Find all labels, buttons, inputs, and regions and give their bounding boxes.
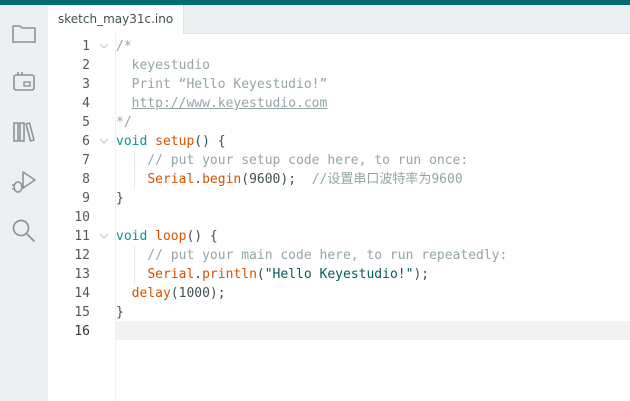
code-line[interactable]: 13 Serial.println("Hello Keyestudio!"); bbox=[48, 265, 630, 284]
code-token: // put your setup code here, to run once… bbox=[116, 153, 469, 168]
code-text: // put your main code here, to run repea… bbox=[116, 246, 507, 265]
code-token: */ bbox=[116, 115, 132, 130]
code-token: Serial bbox=[147, 267, 195, 282]
line-number: 9 bbox=[82, 191, 90, 206]
code-text: void loop() { bbox=[116, 227, 218, 246]
line-number: 4 bbox=[82, 96, 90, 111]
tab-sketch[interactable]: sketch_may31c.ino bbox=[48, 5, 185, 34]
code-token: () { bbox=[194, 134, 226, 149]
debug-button[interactable] bbox=[9, 167, 39, 197]
code-token: //设置串口波特率为9600 bbox=[311, 172, 463, 187]
code-token: Serial bbox=[147, 172, 195, 187]
code-text: delay(1000); bbox=[116, 284, 226, 303]
code-line[interactable]: 4 http://www.keyestudio.com bbox=[48, 94, 630, 113]
code-token: "Hello Keyestudio!" bbox=[264, 267, 414, 282]
line-number: 2 bbox=[82, 58, 90, 73]
code-token: ( bbox=[256, 267, 265, 282]
code-text: /* bbox=[116, 37, 132, 56]
line-number: 12 bbox=[74, 248, 90, 263]
editor-tab-bar: sketch_may31c.ino bbox=[48, 5, 630, 34]
fold-chevron-icon[interactable] bbox=[99, 42, 109, 50]
code-text: // put your setup code here, to run once… bbox=[116, 151, 468, 170]
code-token: println bbox=[202, 267, 257, 282]
line-number: 8 bbox=[82, 172, 90, 187]
code-line[interactable]: 5 */ bbox=[48, 113, 630, 132]
code-token: void bbox=[116, 134, 148, 149]
code-token[interactable]: http://www.keyestudio.com bbox=[132, 96, 328, 111]
code-line[interactable]: 10 bbox=[48, 208, 630, 227]
code-text: } bbox=[116, 189, 124, 208]
code-line[interactable]: 2 keyestudio bbox=[48, 56, 630, 75]
board-icon bbox=[13, 72, 35, 91]
search-button[interactable] bbox=[9, 216, 39, 246]
line-number: 6 bbox=[82, 134, 90, 149]
code-line[interactable]: 7 // put your setup code here, to run on… bbox=[48, 151, 630, 170]
line-number: 11 bbox=[74, 229, 90, 244]
line-number: 5 bbox=[82, 115, 90, 130]
line-number: 16 bbox=[74, 324, 90, 339]
code-editor[interactable]: 1/* 2 keyestudio 3 Print “Hello Keyestudio… bbox=[48, 34, 630, 401]
code-token: } bbox=[116, 305, 124, 320]
code-line[interactable]: 11 void loop() { bbox=[48, 227, 630, 246]
code-text: Print “Hello Keyestudio!” bbox=[116, 75, 328, 94]
code-token: Print “Hello Keyestudio!” bbox=[116, 77, 328, 92]
code-text: keyestudio bbox=[116, 56, 210, 75]
sketchbook-button[interactable] bbox=[9, 18, 39, 48]
code-token: setup bbox=[155, 134, 195, 149]
code-token: begin bbox=[202, 172, 242, 187]
debug-icon bbox=[12, 171, 36, 193]
code-token: delay bbox=[131, 286, 171, 301]
code-token: /* bbox=[116, 39, 132, 54]
code-line[interactable]: 15} bbox=[48, 303, 630, 322]
line-number: 13 bbox=[74, 267, 90, 282]
code-text: void setup() { bbox=[116, 132, 226, 151]
library-manager-button[interactable] bbox=[9, 117, 39, 147]
line-number: 14 bbox=[74, 286, 90, 301]
line-number: 1 bbox=[82, 39, 90, 54]
code-line[interactable]: 8 Serial.begin(9600); //设置串口波特率为9600 bbox=[48, 170, 630, 189]
code-line[interactable]: 6 void setup() { bbox=[48, 132, 630, 151]
code-text: Serial.begin(9600); //设置串口波特率为9600 bbox=[116, 170, 463, 189]
folder-icon bbox=[12, 25, 36, 43]
code-line[interactable]: 16 bbox=[48, 322, 630, 341]
code-line[interactable]: 9} bbox=[48, 189, 630, 208]
line-number: 3 bbox=[82, 77, 90, 92]
code-token: } bbox=[116, 191, 124, 206]
code-token: () { bbox=[186, 229, 218, 244]
sidebar bbox=[0, 5, 49, 401]
code-token: . bbox=[194, 267, 203, 282]
code-token: // put your main code here, to run repea… bbox=[116, 248, 508, 263]
code-token: void bbox=[116, 229, 148, 244]
code-token: (1000); bbox=[170, 286, 226, 301]
fold-chevron-icon[interactable] bbox=[99, 137, 109, 145]
fold-chevron-icon[interactable] bbox=[99, 232, 109, 240]
code-text: } bbox=[116, 303, 124, 322]
code-text: */ bbox=[116, 113, 132, 132]
code-text: Serial.println("Hello Keyestudio!"); bbox=[116, 265, 429, 284]
line-number: 10 bbox=[74, 210, 90, 225]
search-icon bbox=[12, 219, 35, 242]
code-token: (9600); bbox=[241, 172, 312, 187]
boards-manager-button[interactable] bbox=[9, 67, 39, 97]
code-line[interactable]: 14 delay(1000); bbox=[48, 284, 630, 303]
code-line[interactable]: 12 // put your main code here, to run re… bbox=[48, 246, 630, 265]
code-token: keyestudio bbox=[116, 58, 210, 73]
code-token: loop bbox=[155, 229, 187, 244]
line-number: 15 bbox=[74, 305, 90, 320]
code-token: ); bbox=[413, 267, 430, 282]
code-text: http://www.keyestudio.com bbox=[116, 94, 328, 113]
code-token: . bbox=[194, 172, 203, 187]
code-line[interactable]: 1 /* bbox=[48, 37, 630, 56]
line-number: 7 bbox=[82, 153, 90, 168]
code-line[interactable]: 3 Print “Hello Keyestudio!” bbox=[48, 75, 630, 94]
library-icon bbox=[13, 122, 35, 142]
